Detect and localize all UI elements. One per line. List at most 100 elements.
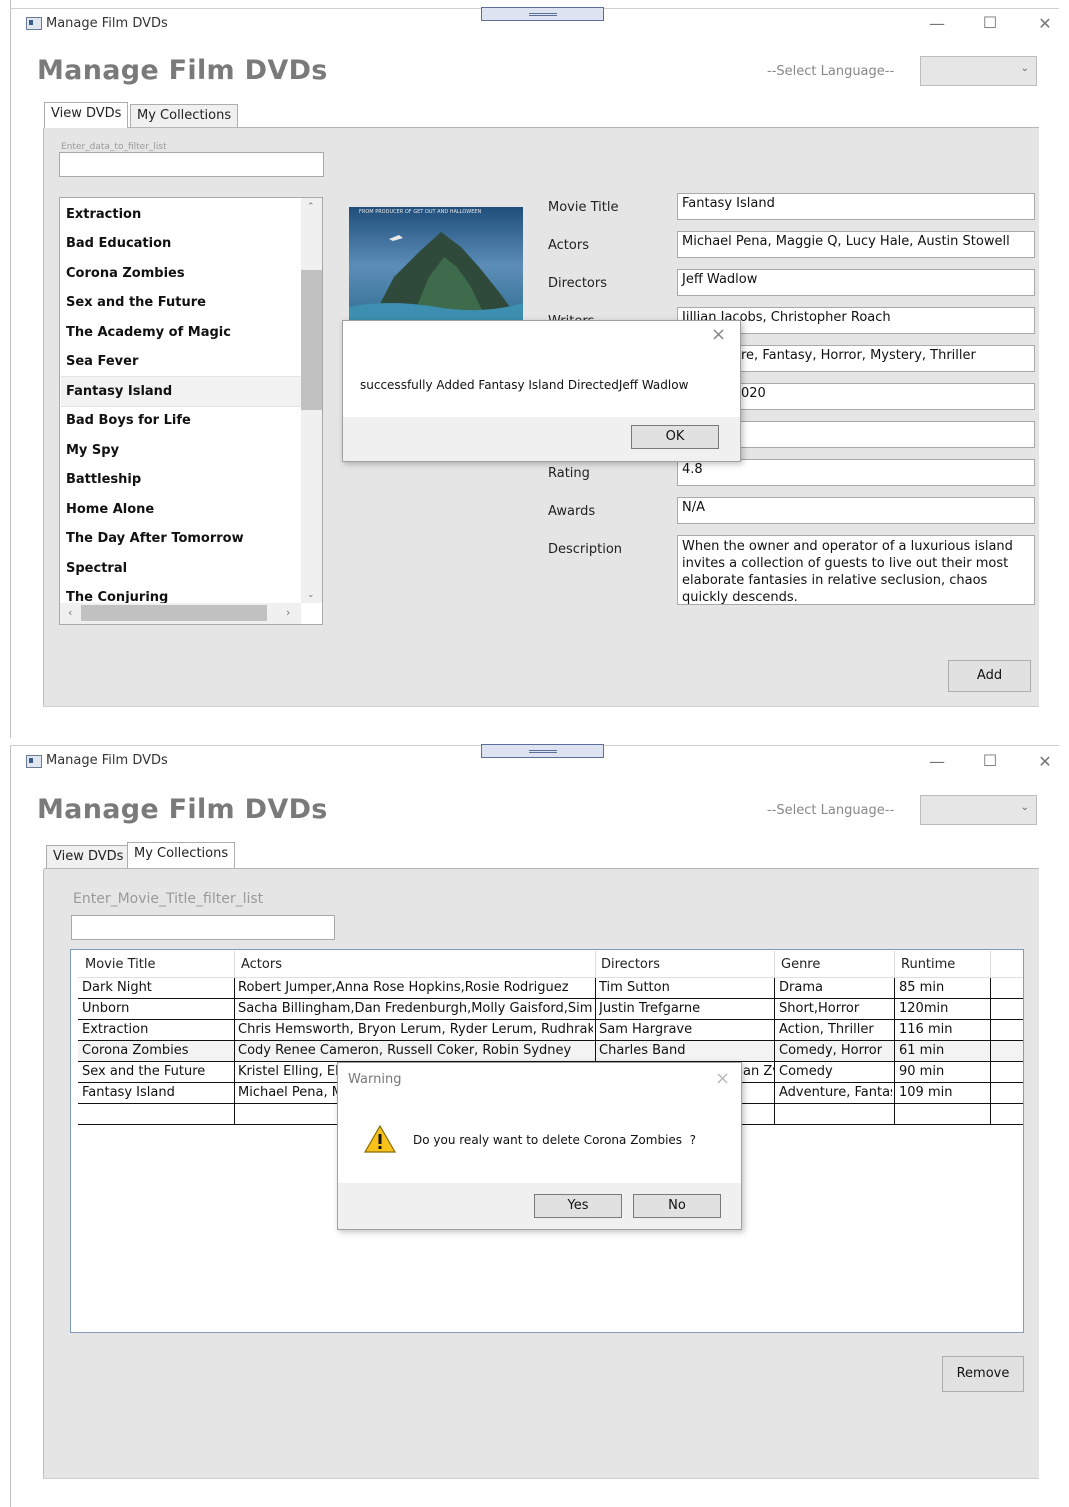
add-button[interactable]: Add xyxy=(948,660,1031,692)
window-title: Manage Film DVDs xyxy=(46,16,168,31)
table-cell[interactable]: Action, Thriller xyxy=(779,1022,892,1037)
scroll-left-icon[interactable]: ‹ xyxy=(68,606,72,619)
actors-field[interactable]: Michael Pena, Maggie Q, Lucy Hale, Austi… xyxy=(677,231,1035,258)
table-cell[interactable]: Cody Renee Cameron, Russell Coker, Robin… xyxy=(238,1043,593,1058)
table-cell[interactable]: Dark Night xyxy=(82,980,232,995)
table-cell[interactable]: 61 min xyxy=(899,1043,988,1058)
minimize-button[interactable]: — xyxy=(922,14,952,33)
list-item[interactable]: Sex and the Future xyxy=(66,295,206,310)
filter-input[interactable] xyxy=(59,152,324,177)
table-cell[interactable]: Sam Hargrave xyxy=(599,1022,772,1037)
table-cell[interactable]: Michael Pena, M xyxy=(238,1085,338,1100)
minimize-button[interactable]: — xyxy=(922,752,952,771)
list-item[interactable]: Fantasy Island xyxy=(66,384,172,399)
table-cell[interactable]: Fantasy Island xyxy=(82,1085,232,1100)
dialog-message: Do you realy want to delete Corona Zombi… xyxy=(413,1133,697,1147)
language-select[interactable]: ⌄ xyxy=(920,795,1037,825)
table-cell[interactable]: Extraction xyxy=(82,1022,232,1037)
table-cell[interactable]: 109 min xyxy=(899,1085,988,1100)
drag-handle-icon[interactable] xyxy=(481,7,604,21)
table-cell[interactable]: an Zv xyxy=(743,1064,774,1079)
list-item[interactable]: Bad Education xyxy=(66,236,171,251)
table-cell[interactable]: Short,Horror xyxy=(779,1001,892,1016)
list-item[interactable]: The Academy of Magic xyxy=(66,325,231,340)
table-cell[interactable]: 116 min xyxy=(899,1022,988,1037)
description-label: Description xyxy=(548,542,623,557)
language-label: --Select Language-- xyxy=(767,64,895,79)
table-cell[interactable]: Sex and the Future xyxy=(82,1064,232,1079)
list-item[interactable]: The Day After Tomorrow xyxy=(66,531,244,546)
movie-listbox[interactable]: Extraction Bad Education Corona Zombies … xyxy=(59,197,323,625)
column-header[interactable]: Movie Title xyxy=(85,957,155,972)
rating-label: Rating xyxy=(548,466,590,481)
table-cell[interactable]: Justin Trefgarne xyxy=(599,1001,772,1016)
dialog-message: successfully Added Fantasy Island Direct… xyxy=(360,378,689,392)
table-cell[interactable]: Charles Band xyxy=(599,1043,772,1058)
list-item[interactable]: My Spy xyxy=(66,443,119,458)
table-cell[interactable]: 85 min xyxy=(899,980,988,995)
dialog-close-icon[interactable]: × xyxy=(715,1068,730,1089)
list-item[interactable]: Home Alone xyxy=(66,502,154,517)
table-cell[interactable]: 90 min xyxy=(899,1064,988,1079)
drag-handle-icon[interactable] xyxy=(481,744,604,758)
table-cell[interactable]: Corona Zombies xyxy=(82,1043,232,1058)
maximize-button[interactable]: ☐ xyxy=(975,751,1005,770)
yes-button[interactable]: Yes xyxy=(534,1194,622,1218)
table-cell[interactable]: Comedy, Horror xyxy=(779,1043,892,1058)
scrollbar-thumb[interactable] xyxy=(301,270,322,410)
scroll-right-icon[interactable]: › xyxy=(286,606,290,619)
table-cell[interactable]: Kristel Elling, Ell xyxy=(238,1064,338,1079)
column-header[interactable]: Actors xyxy=(241,957,282,972)
list-item[interactable]: Battleship xyxy=(66,472,141,487)
app-icon xyxy=(26,17,42,30)
app-title: Manage Film DVDs xyxy=(37,55,328,86)
language-select[interactable]: ⌄ xyxy=(920,56,1037,86)
actors-label: Actors xyxy=(548,238,589,253)
list-item[interactable]: Sea Fever xyxy=(66,354,138,369)
maximize-button[interactable]: ☐ xyxy=(975,13,1005,32)
tab-view-dvds[interactable]: View DVDs xyxy=(46,845,131,869)
vertical-scrollbar[interactable]: ⌃ ⌄ xyxy=(301,198,322,603)
horizontal-scrollbar[interactable]: ‹ › xyxy=(60,603,301,624)
description-field[interactable]: When the owner and operator of a luxurio… xyxy=(677,535,1035,605)
ok-button[interactable]: OK xyxy=(631,425,719,449)
table-cell[interactable]: Drama xyxy=(779,980,892,995)
tab-my-collections[interactable]: My Collections xyxy=(130,104,239,128)
window-bottom-border xyxy=(43,706,1039,707)
dialog-close-icon[interactable]: × xyxy=(711,324,726,345)
year-value: 020 xyxy=(741,386,766,401)
hscroll-thumb[interactable] xyxy=(81,605,267,621)
table-cell[interactable]: Unborn xyxy=(82,1001,232,1016)
app-title: Manage Film DVDs xyxy=(37,794,328,825)
scroll-down-icon[interactable]: ⌄ xyxy=(307,590,315,600)
awards-field[interactable]: N/A xyxy=(677,497,1035,524)
no-button[interactable]: No xyxy=(633,1194,721,1218)
column-header[interactable]: Genre xyxy=(781,957,820,972)
table-cell[interactable]: Adventure, Fantas xyxy=(779,1085,892,1100)
directors-label: Directors xyxy=(548,276,607,291)
list-item[interactable]: Bad Boys for Life xyxy=(66,413,191,428)
table-cell[interactable]: Tim Sutton xyxy=(599,980,772,995)
warning-dialog: Warning × Do you realy want to delete Co… xyxy=(337,1062,742,1230)
list-item[interactable]: Corona Zombies xyxy=(66,266,185,281)
movie-title-field[interactable]: Fantasy Island xyxy=(677,193,1035,220)
column-header[interactable]: Runtime xyxy=(901,957,955,972)
table-cell[interactable]: Comedy xyxy=(779,1064,892,1079)
table-cell[interactable]: Robert Jumper,Anna Rose Hopkins,Rosie Ro… xyxy=(238,980,593,995)
close-button[interactable]: ✕ xyxy=(1030,752,1060,771)
remove-button[interactable]: Remove xyxy=(942,1356,1024,1392)
tab-my-collections[interactable]: My Collections xyxy=(127,842,236,868)
scroll-up-icon[interactable]: ⌃ xyxy=(307,202,315,212)
directors-field[interactable]: Jeff Wadlow xyxy=(677,269,1035,296)
list-item[interactable]: Spectral xyxy=(66,561,127,576)
movie-title-filter-input[interactable] xyxy=(71,915,335,940)
window2-bottom-border xyxy=(43,1478,1039,1479)
table-cell[interactable]: 120min xyxy=(899,1001,988,1016)
close-button[interactable]: ✕ xyxy=(1030,14,1060,33)
table-cell[interactable]: Sacha Billingham,Dan Fredenburgh,Molly G… xyxy=(238,1001,593,1016)
tab-view-dvds[interactable]: View DVDs xyxy=(44,102,129,128)
rating-field[interactable]: 4.8 xyxy=(677,459,1035,486)
table-cell[interactable]: Chris Hemsworth, Bryon Lerum, Ryder Leru… xyxy=(238,1022,593,1037)
list-item[interactable]: Extraction xyxy=(66,207,141,222)
column-header[interactable]: Directors xyxy=(601,957,660,972)
